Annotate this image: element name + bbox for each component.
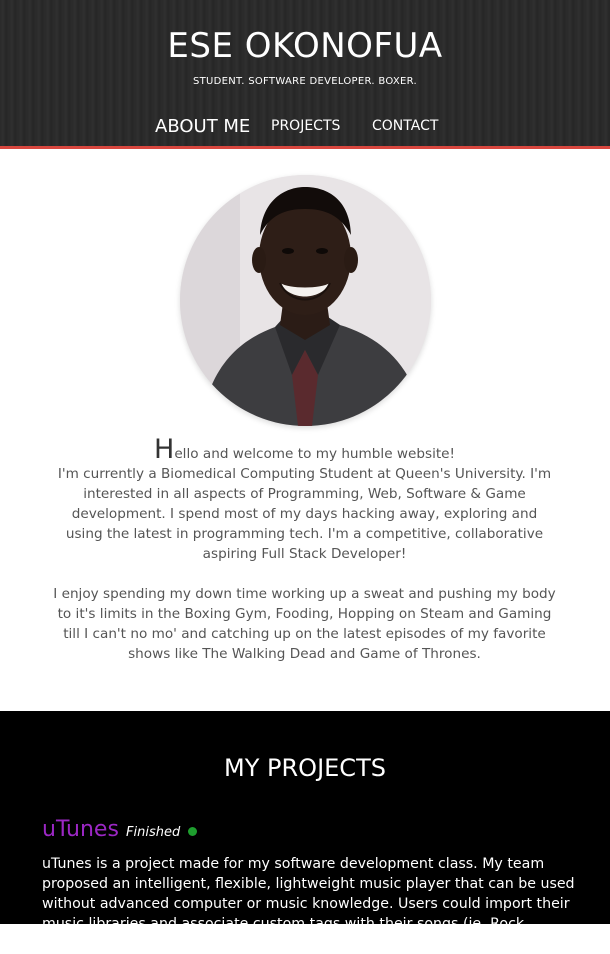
nav-about-me[interactable]: ABOUT ME <box>155 116 250 137</box>
projects-title: MY PROJECTS <box>224 754 386 782</box>
nav-contact[interactable]: CONTACT <box>372 118 438 134</box>
about-paragraph-2: I enjoy spending my down time working up… <box>53 586 556 662</box>
status-dot-icon <box>188 827 198 836</box>
greeting-initial: H <box>154 434 175 465</box>
project-name-link[interactable]: uTunes <box>42 817 119 842</box>
project-header: uTunes Finished <box>42 817 198 842</box>
about-paragraph-1: I'm currently a Biomedical Computing Stu… <box>57 466 552 562</box>
profile-photo <box>180 175 431 426</box>
about-section: Hello and welcome to my humble website! … <box>52 436 557 664</box>
greeting-text: ello and welcome to my humble website! <box>174 446 455 462</box>
project-description: uTunes is a project made for my software… <box>42 856 575 952</box>
nav-projects[interactable]: PROJECTS <box>271 118 340 134</box>
project-status: Finished <box>126 825 181 840</box>
site-tagline: STUDENT. SOFTWARE DEVELOPER. BOXER. <box>192 76 417 87</box>
projects-section: MY PROJECTS uTunes Finished uTunes is a … <box>0 711 610 952</box>
portrait-photo-icon <box>180 175 431 426</box>
greeting: Hello and welcome to my humble website! <box>52 436 557 464</box>
site-title: ESE OKONOFUA <box>167 26 443 66</box>
site-header: ESE OKONOFUA STUDENT. SOFTWARE DEVELOPER… <box>0 0 610 149</box>
